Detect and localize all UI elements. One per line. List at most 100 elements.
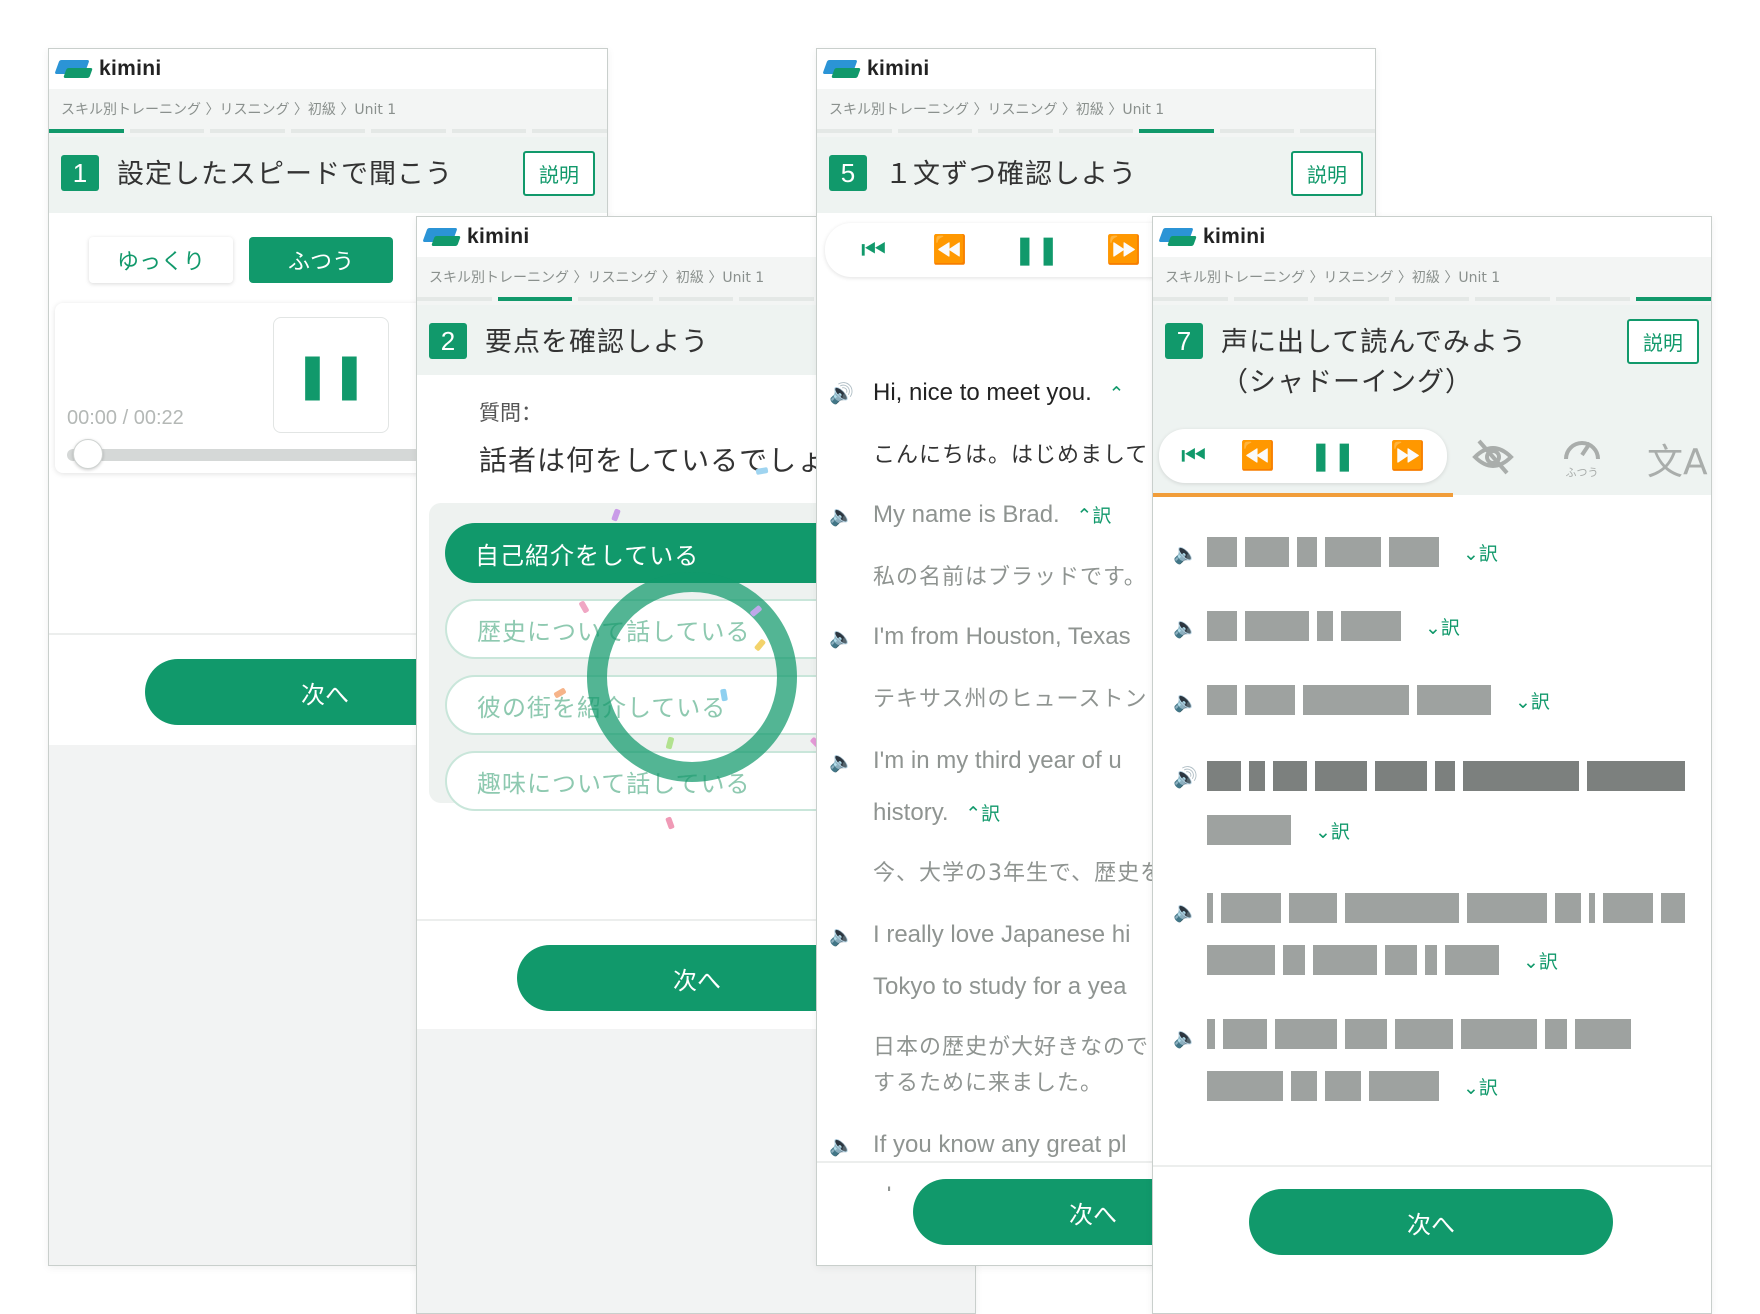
- sentence-en[interactable]: I'm from Houston, Texas: [873, 623, 1131, 651]
- kimini-logo[interactable]: kimini: [1158, 224, 1265, 250]
- toggle-translation[interactable]: ⌃訳: [965, 804, 1000, 825]
- speed-label: ふつう: [1565, 466, 1599, 479]
- hide-text-icon[interactable]: [1471, 437, 1515, 477]
- masked-word: [1207, 761, 1241, 791]
- divider: [1153, 1165, 1711, 1167]
- rewind-icon[interactable]: ⏪: [1240, 442, 1275, 470]
- breadcrumb[interactable]: スキル別トレーニング 〉リスニング 〉初級 〉Unit 1: [1153, 257, 1711, 297]
- masked-word: [1385, 945, 1417, 975]
- masked-word: [1395, 1019, 1453, 1049]
- masked-word: [1575, 1019, 1631, 1049]
- toggle-translation[interactable]: ⌄訳: [1315, 817, 1350, 844]
- toggle-translation[interactable]: ⌃訳: [1076, 506, 1111, 527]
- masked-word: [1325, 1071, 1361, 1101]
- toggle-translation[interactable]: ⌄訳: [1463, 539, 1498, 566]
- speaker-icon[interactable]: 🔈: [829, 749, 854, 773]
- fast-forward-icon[interactable]: ⏩: [1106, 236, 1141, 264]
- question-label: 質問：: [479, 401, 542, 425]
- toggle-translation[interactable]: ⌄訳: [1515, 687, 1550, 714]
- breadcrumb[interactable]: スキル別トレーニング 〉リスニング 〉初級 〉Unit 1: [49, 89, 607, 129]
- speaker-active-icon[interactable]: 🔊: [829, 381, 854, 405]
- explain-button[interactable]: 説明: [1627, 319, 1699, 364]
- masked-word: [1283, 945, 1305, 975]
- masked-word: [1463, 761, 1579, 791]
- seek-handle[interactable]: [73, 439, 103, 469]
- rewind-icon[interactable]: ⏪: [932, 236, 967, 264]
- masked-word: [1303, 685, 1409, 715]
- toggle-translation[interactable]: ⌄訳: [1523, 947, 1558, 974]
- pause-icon[interactable]: ❚❚: [1013, 236, 1060, 264]
- question-text: 話者は何をしているでしょ: [479, 444, 827, 477]
- skip-back-icon[interactable]: ⏮: [1181, 442, 1206, 470]
- sentence-jp: するために来ました。: [873, 1071, 1104, 1096]
- sentence-en[interactable]: history. ⌃訳: [873, 799, 1000, 827]
- speaker-icon[interactable]: 🔈: [1173, 541, 1198, 565]
- sentence-text: history.: [873, 799, 949, 826]
- speed-control[interactable]: ふつう: [1557, 431, 1607, 479]
- kimini-logo[interactable]: kimini: [54, 56, 161, 82]
- masked-word: [1661, 893, 1685, 923]
- kimini-logo-icon: [1158, 224, 1197, 250]
- explain-button[interactable]: 説明: [523, 151, 595, 196]
- step-number: 5: [829, 155, 867, 191]
- sentence-en[interactable]: If you know any great pl: [873, 1131, 1126, 1159]
- skip-back-icon[interactable]: ⏮: [861, 236, 886, 264]
- speaker-icon[interactable]: 🔈: [1173, 689, 1198, 713]
- speaker-active-icon[interactable]: 🔊: [1173, 765, 1198, 789]
- toggle-translation[interactable]: ⌄訳: [1463, 1073, 1498, 1100]
- breadcrumb[interactable]: スキル別トレーニング 〉リスニング 〉初級 〉Unit 1: [817, 89, 1375, 129]
- masked-word: [1207, 893, 1213, 923]
- fast-forward-icon[interactable]: ⏩: [1390, 442, 1425, 470]
- sentence-jp: 今、大学の3年生で、歴史を: [873, 861, 1164, 886]
- sentence-en[interactable]: My name is Brad. ⌃訳: [873, 501, 1111, 529]
- explain-button[interactable]: 説明: [1291, 151, 1363, 196]
- masked-word: [1369, 1071, 1439, 1101]
- sentence-en[interactable]: I'm in my third year of u: [873, 747, 1122, 775]
- speaker-icon[interactable]: 🔈: [1173, 899, 1198, 923]
- masked-word: [1207, 945, 1275, 975]
- masked-word: [1289, 893, 1337, 923]
- masked-word: [1245, 611, 1309, 641]
- sentence-en[interactable]: Tokyo to study for a yea: [873, 973, 1126, 1001]
- speaker-icon[interactable]: 🔈: [829, 625, 854, 649]
- sentence-en[interactable]: I really love Japanese hi: [873, 921, 1130, 949]
- speaker-icon[interactable]: 🔈: [829, 503, 854, 527]
- kimini-logo[interactable]: kimini: [422, 224, 529, 250]
- sentence-en[interactable]: Hi, nice to meet you. ⌃: [873, 379, 1124, 407]
- kimini-logo[interactable]: kimini: [822, 56, 929, 82]
- masked-word: [1207, 1071, 1283, 1101]
- speaker-icon[interactable]: 🔈: [829, 923, 854, 947]
- translate-icon[interactable]: 文A: [1647, 433, 1708, 485]
- speed-selector: ゆっくり ふつう: [89, 237, 393, 283]
- pause-button[interactable]: ❚❚: [273, 317, 389, 433]
- masked-word: [1207, 611, 1237, 641]
- speaker-icon[interactable]: 🔈: [829, 1133, 854, 1157]
- masked-word: [1341, 611, 1401, 641]
- step-title: 要点を確認しよう: [485, 327, 709, 358]
- masked-word: [1467, 893, 1547, 923]
- speed-normal-button[interactable]: ふつう: [249, 237, 393, 283]
- next-button[interactable]: 次へ: [1249, 1189, 1613, 1255]
- sentence-jp: テキサス州のヒューストン: [873, 687, 1148, 712]
- sentence-jp: 私の名前はブラッドです。: [873, 565, 1147, 590]
- toggle-translation[interactable]: ⌃: [1108, 384, 1124, 405]
- sentence-text: Hi, nice to meet you.: [873, 379, 1092, 406]
- step-title-block: 声に出して読んでみよう （シャドーイング）: [1221, 323, 1527, 403]
- masked-word: [1555, 893, 1581, 923]
- speaker-icon[interactable]: 🔈: [1173, 615, 1198, 639]
- screen-step-7: kimini スキル別トレーニング 〉リスニング 〉初級 〉Unit 1 7 声…: [1152, 216, 1712, 1314]
- masked-word: [1425, 945, 1437, 975]
- masked-word: [1545, 1019, 1567, 1049]
- masked-word: [1589, 893, 1595, 923]
- step-header: 5 １文ずつ確認しよう 説明: [817, 137, 1375, 213]
- playback-progress: [1153, 493, 1453, 497]
- step-progress: [1153, 297, 1711, 305]
- masked-word: [1587, 761, 1685, 791]
- speed-slow-button[interactable]: ゆっくり: [89, 237, 233, 283]
- masked-word: [1435, 761, 1455, 791]
- step-subtitle: （シャドーイング）: [1221, 367, 1473, 398]
- speaker-icon[interactable]: 🔈: [1173, 1025, 1198, 1049]
- toggle-translation[interactable]: ⌄訳: [1425, 613, 1460, 640]
- pause-icon[interactable]: ❚❚: [1309, 442, 1356, 470]
- sentence-jp: こんにちは。はじめまして: [873, 443, 1149, 468]
